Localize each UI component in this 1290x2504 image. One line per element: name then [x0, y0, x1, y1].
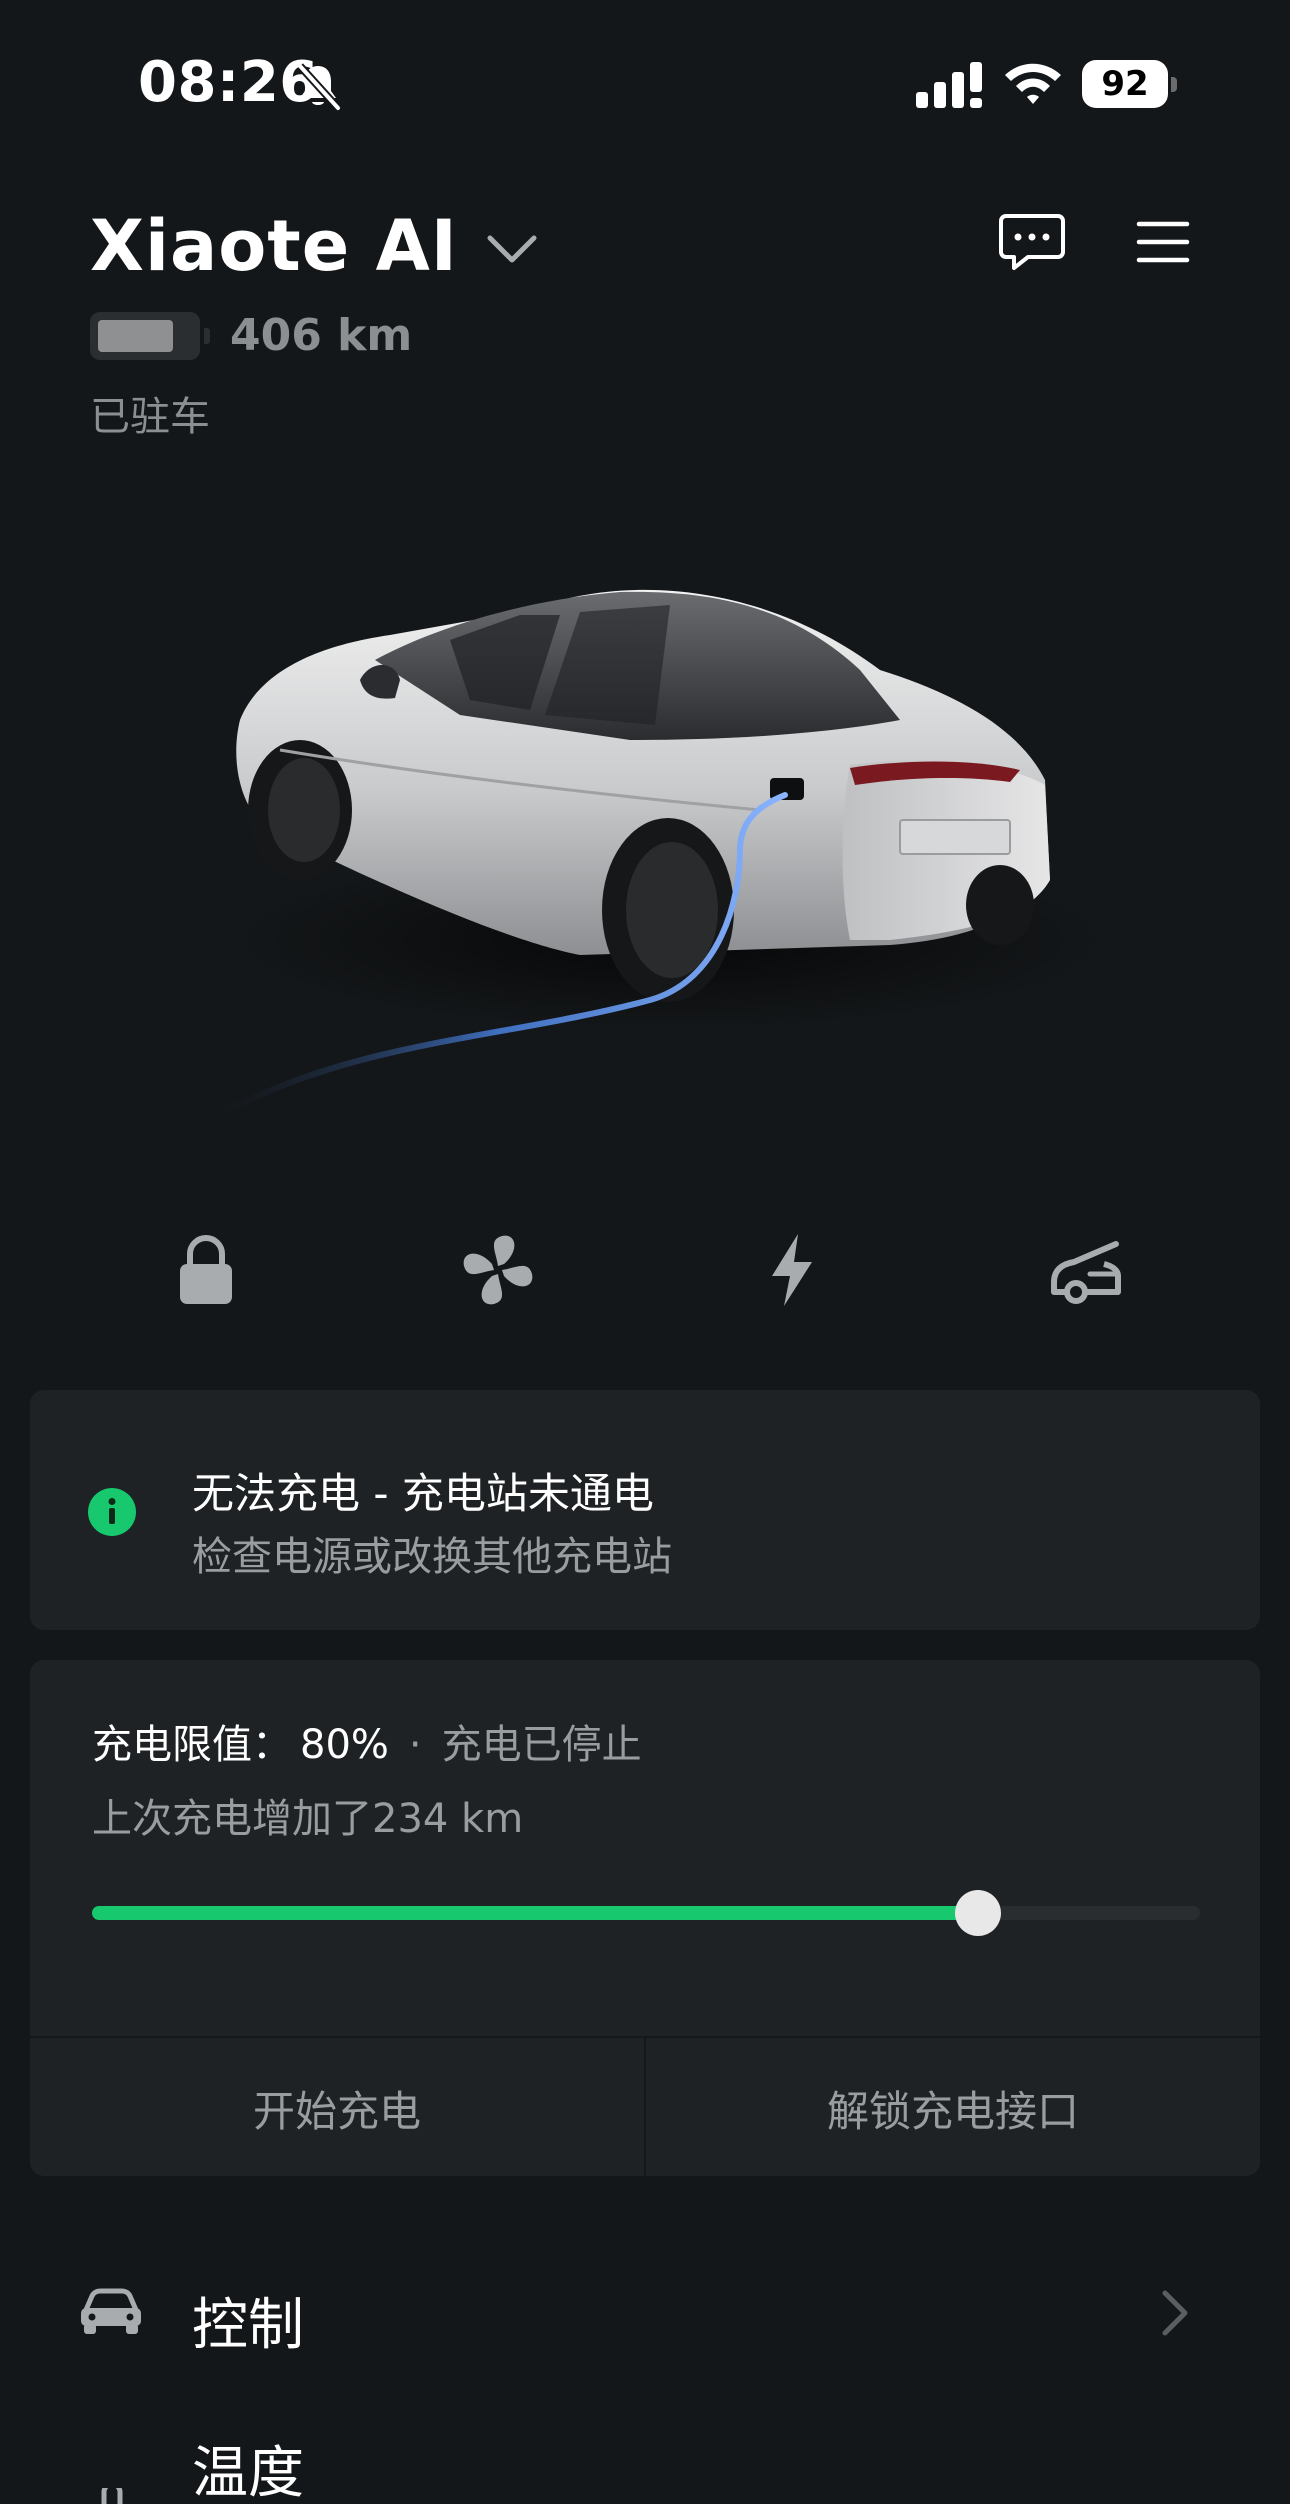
- message-icon[interactable]: [998, 212, 1066, 272]
- charging-card: 充电限值： 80% · 充电已停止 上次充电增加了234 km 开始充电 解锁充…: [30, 1660, 1260, 2176]
- range-row: 406 km: [90, 310, 412, 361]
- status-bar: 08:26 92: [0, 0, 1290, 170]
- charge-status: 充电已停止: [441, 1722, 642, 1768]
- charge-limit-label: 充电限值：: [92, 1722, 292, 1768]
- charge-actions: 开始充电 解锁充电接口: [30, 2036, 1260, 2176]
- battery-percent: 92: [1082, 60, 1168, 108]
- menu-item-temperature[interactable]: 温度: [0, 2400, 1290, 2504]
- bell-muted-icon: [297, 63, 341, 111]
- charging-alert-card[interactable]: 无法充电 - 充电站未通电 检查电源或改换其他充电站: [30, 1390, 1260, 1630]
- range-text: 406 km: [230, 310, 413, 361]
- battery-gauge: [90, 311, 210, 360]
- charge-limit-slider-fill: [92, 1906, 979, 1920]
- chevron-down-icon: [487, 235, 537, 263]
- charge-limit-slider[interactable]: [92, 1890, 1200, 1936]
- last-charge-added: 上次充电增加了234 km: [92, 1796, 524, 1842]
- car-image: [207, 589, 1110, 1120]
- menu-item-controls-label: 控制: [192, 2293, 304, 2358]
- temperature-icon: [101, 2488, 123, 2504]
- charge-limit-row[interactable]: 充电限值： 80% · 充电已停止: [92, 1712, 642, 1770]
- charge-limit-value: 80%: [300, 1722, 389, 1768]
- app-screen: 08:26 92 Xiaote AI 406 km 已驻车 无法充电 - 充电站…: [0, 0, 1290, 2504]
- quick-actions: [0, 1210, 1290, 1320]
- menu-item-temperature-label: 温度: [192, 2441, 304, 2504]
- charge-limit-slider-thumb[interactable]: [955, 1890, 1002, 1936]
- info-icon: [88, 1488, 136, 1536]
- menu-item-controls[interactable]: 控制: [0, 2246, 1290, 2376]
- alert-subtitle: 检查电源或改换其他充电站: [192, 1534, 672, 1580]
- lightning-icon[interactable]: [752, 1230, 832, 1310]
- alert-title: 无法充电 - 充电站未通电: [192, 1469, 654, 1518]
- cellular-signal-icon: [916, 62, 982, 108]
- unlock-charge-port-button[interactable]: 解锁充电接口: [644, 2038, 1260, 2176]
- start-charging-button[interactable]: 开始充电: [30, 2038, 644, 2176]
- car-icon: [81, 2288, 141, 2334]
- vehicle-selector[interactable]: Xiaote AI: [90, 205, 538, 287]
- fan-icon[interactable]: [458, 1230, 538, 1310]
- lock-icon[interactable]: [166, 1230, 246, 1310]
- hamburger-menu-icon[interactable]: [1136, 218, 1190, 266]
- chevron-right-icon: [1162, 2290, 1188, 2336]
- separator-dot: ·: [408, 1722, 422, 1768]
- frunk-open-icon[interactable]: [1046, 1230, 1126, 1310]
- battery-status: 92: [1082, 60, 1178, 110]
- park-status: 已驻车: [90, 394, 210, 440]
- battery-gauge-fill: [98, 319, 174, 352]
- wifi-icon: [1005, 63, 1061, 104]
- vehicle-name: Xiaote AI: [90, 205, 458, 287]
